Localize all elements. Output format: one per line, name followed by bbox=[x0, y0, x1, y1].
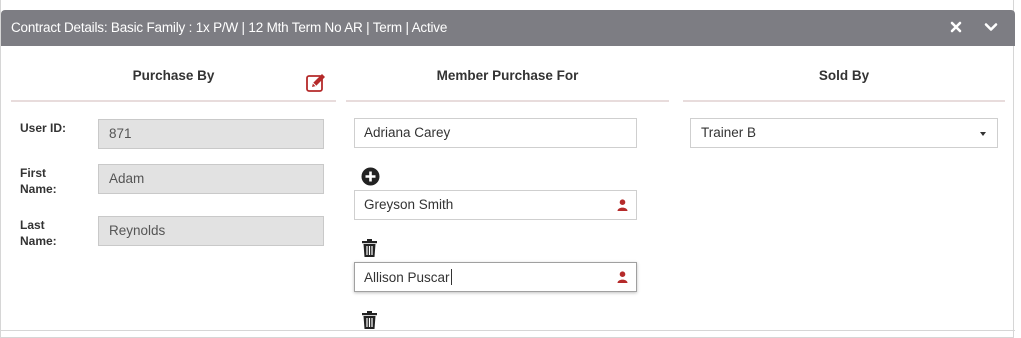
first-name-label-line-1: First bbox=[20, 166, 47, 180]
member-primary-input[interactable]: Adriana Carey bbox=[354, 118, 637, 148]
member-purchase-for-heading: Member Purchase For bbox=[436, 68, 579, 83]
trash-icon[interactable] bbox=[362, 239, 377, 257]
last-name-label-line-2: Name: bbox=[20, 234, 57, 248]
purchase-by-divider bbox=[11, 100, 336, 102]
last-name-label-line-1: Last bbox=[20, 218, 45, 232]
user-id-label: User ID: bbox=[20, 120, 66, 136]
user-icon bbox=[617, 271, 628, 283]
user-id-field: 871 bbox=[98, 119, 324, 149]
last-name-field: Reynolds bbox=[98, 216, 324, 246]
plus-circle-icon[interactable] bbox=[361, 167, 380, 186]
first-name-label: First Name: bbox=[20, 165, 57, 197]
sold-by-select[interactable]: Trainer B bbox=[690, 118, 998, 148]
member-input-1[interactable]: Greyson Smith bbox=[354, 190, 637, 220]
caret-down-icon bbox=[980, 132, 986, 136]
text-caret bbox=[450, 269, 452, 285]
trash-icon[interactable] bbox=[362, 311, 377, 329]
user-id-label-text: User ID: bbox=[20, 121, 67, 135]
member-purchase-for-divider bbox=[346, 100, 669, 102]
close-icon[interactable] bbox=[948, 19, 964, 35]
panel-title: Contract Details: Basic Family : 1x P/W … bbox=[11, 20, 448, 35]
member-primary-value: Adriana Carey bbox=[364, 125, 451, 140]
user-icon bbox=[617, 199, 628, 211]
first-name-field: Adam bbox=[98, 164, 324, 194]
edit-icon[interactable] bbox=[305, 72, 327, 94]
member-value-1: Greyson Smith bbox=[364, 197, 454, 212]
sold-by-heading: Sold By bbox=[818, 68, 870, 83]
contract-details-panel: Contract Details: Basic Family : 1x P/W … bbox=[0, 0, 1015, 338]
last-name-label: Last Name: bbox=[20, 217, 57, 249]
member-input-2[interactable]: Allison Puscar bbox=[354, 262, 637, 292]
purchase-by-heading: Purchase By bbox=[132, 68, 215, 83]
chevron-down-icon[interactable] bbox=[983, 19, 999, 35]
first-name-label-line-2: Name: bbox=[20, 182, 57, 196]
panel-header: Contract Details: Basic Family : 1x P/W … bbox=[1, 10, 1015, 46]
member-value-2: Allison Puscar bbox=[364, 270, 450, 285]
panel-bottom-divider bbox=[1, 330, 1015, 331]
sold-by-selected-value: Trainer B bbox=[701, 125, 757, 140]
sold-by-divider bbox=[683, 100, 1005, 102]
